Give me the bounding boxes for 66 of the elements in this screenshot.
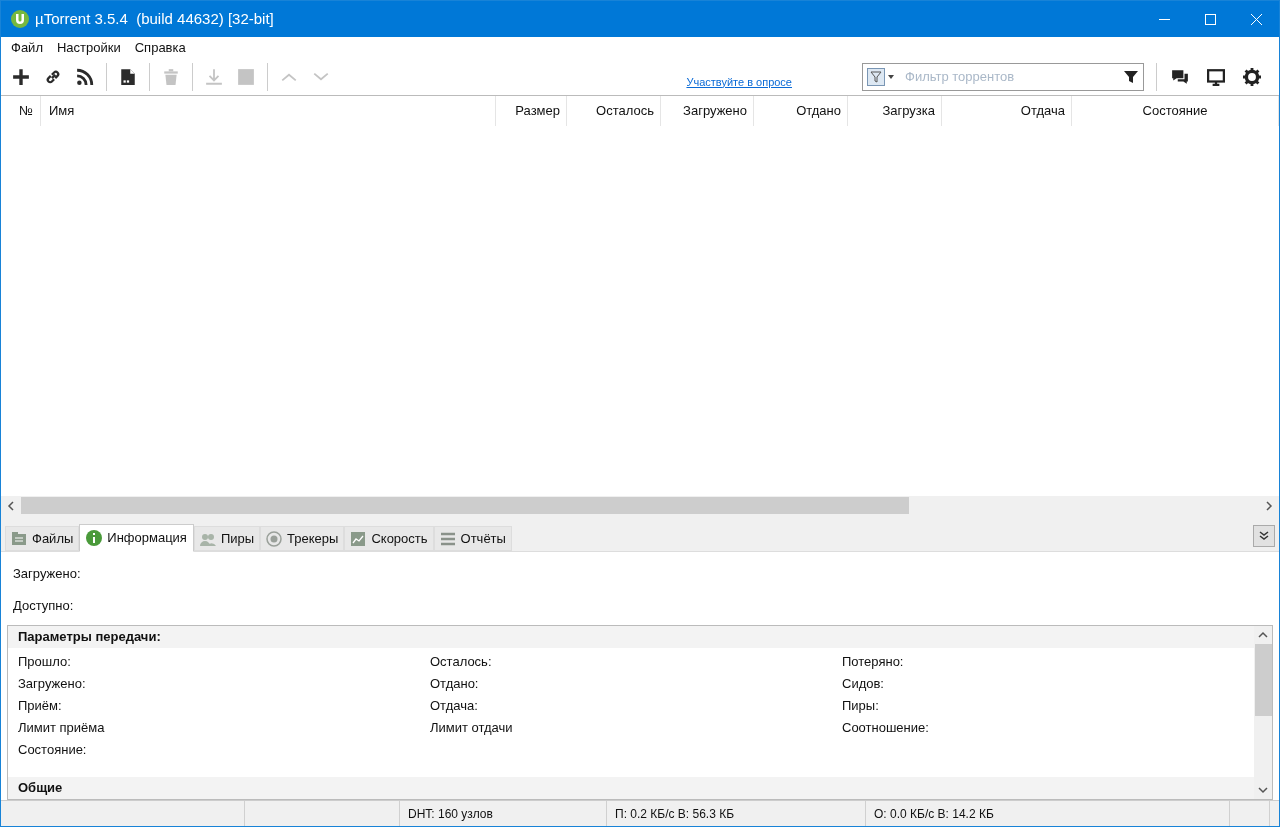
rss-icon: [76, 68, 94, 86]
section-heading: Параметры передачи:: [8, 626, 1254, 648]
field-label: Загружено:: [13, 565, 82, 583]
toolbar-button[interactable]: [1205, 66, 1227, 88]
window-title: µTorrent 3.5.4 (build 44632) [32-bit]: [35, 8, 274, 29]
menu-item[interactable]: Файл: [4, 38, 50, 58]
vertical-scrollbar[interactable]: [1254, 626, 1272, 799]
field-label: Осталось:: [430, 654, 493, 670]
field-label: Сидов:: [842, 676, 885, 692]
survey-link[interactable]: Участвуйте в опросе: [686, 73, 792, 91]
app-logo-icon: [11, 10, 29, 28]
double-chevron-icon: [1259, 531, 1269, 541]
chart-icon: [350, 530, 367, 547]
download-icon: [205, 68, 223, 86]
field-label: Пиры:: [842, 698, 880, 714]
document-icon: [119, 68, 137, 86]
monitor-icon: [1207, 68, 1225, 86]
status-text: П: 0.2 КБ/с В: 56.3 КБ: [607, 801, 866, 826]
target-icon: [266, 530, 283, 547]
filter-field[interactable]: Фильтр торрентов: [862, 63, 1144, 91]
field-label: Состояние:: [18, 742, 88, 758]
collapse-button[interactable]: [1253, 525, 1275, 547]
maximize-icon: [1204, 13, 1216, 25]
field-label: Потеряно:: [842, 654, 905, 670]
horizontal-scrollbar[interactable]: [1, 496, 1279, 515]
trash-icon: [162, 68, 180, 86]
link-icon: [44, 68, 62, 86]
field-label: Соотношение:: [842, 720, 930, 736]
tab[interactable]: Пиры: [193, 526, 261, 551]
list-icon: [439, 530, 456, 547]
menu-item[interactable]: Настройки: [49, 38, 128, 58]
field-label: Приём:: [18, 698, 63, 714]
tab[interactable]: Скорость: [344, 526, 434, 551]
scroll-left-icon[interactable]: [7, 500, 15, 511]
field-label: Лимит отдачи: [430, 720, 514, 736]
filter-icon[interactable]: [1123, 69, 1139, 85]
menu-item[interactable]: Справка: [127, 38, 193, 58]
field-label: Отдано:: [430, 676, 480, 692]
scroll-right-icon[interactable]: [1265, 500, 1273, 511]
filter-input[interactable]: Фильтр торрентов: [905, 67, 1119, 87]
chat-icon: [1171, 68, 1189, 86]
toolbar-button[interactable]: [1241, 66, 1263, 88]
scrollbar-thumb[interactable]: [21, 497, 909, 514]
field-label: Лимит приёма: [18, 720, 106, 736]
folder-icon: [11, 530, 27, 547]
status-text: DHT: 160 узлов: [400, 801, 607, 826]
section-heading: Общие: [8, 777, 1254, 799]
field-label: Отдача:: [430, 698, 479, 714]
plus-icon: [12, 68, 30, 86]
tab[interactable]: Отчёты: [433, 526, 512, 551]
status-text: О: 0.0 КБ/с В: 14.2 КБ: [866, 801, 1230, 826]
stop-icon: [237, 68, 255, 86]
scroll-down-icon[interactable]: [1258, 786, 1268, 794]
filter-dropdown-icon[interactable]: [867, 68, 895, 86]
tab[interactable]: Информация: [79, 524, 194, 552]
settings-icon: [1243, 68, 1261, 86]
tab[interactable]: Трекеры: [260, 526, 345, 551]
field-label: Загружено:: [18, 676, 87, 692]
info-icon: [86, 530, 103, 546]
close-icon: [1250, 13, 1262, 25]
scroll-up-icon[interactable]: [1258, 631, 1268, 639]
field-label: Доступно:: [13, 596, 75, 615]
minimize-icon: [1158, 18, 1170, 20]
field-label: Прошло:: [18, 654, 72, 670]
scrollbar-thumb[interactable]: [1254, 644, 1272, 716]
tab[interactable]: Файлы: [5, 526, 80, 551]
